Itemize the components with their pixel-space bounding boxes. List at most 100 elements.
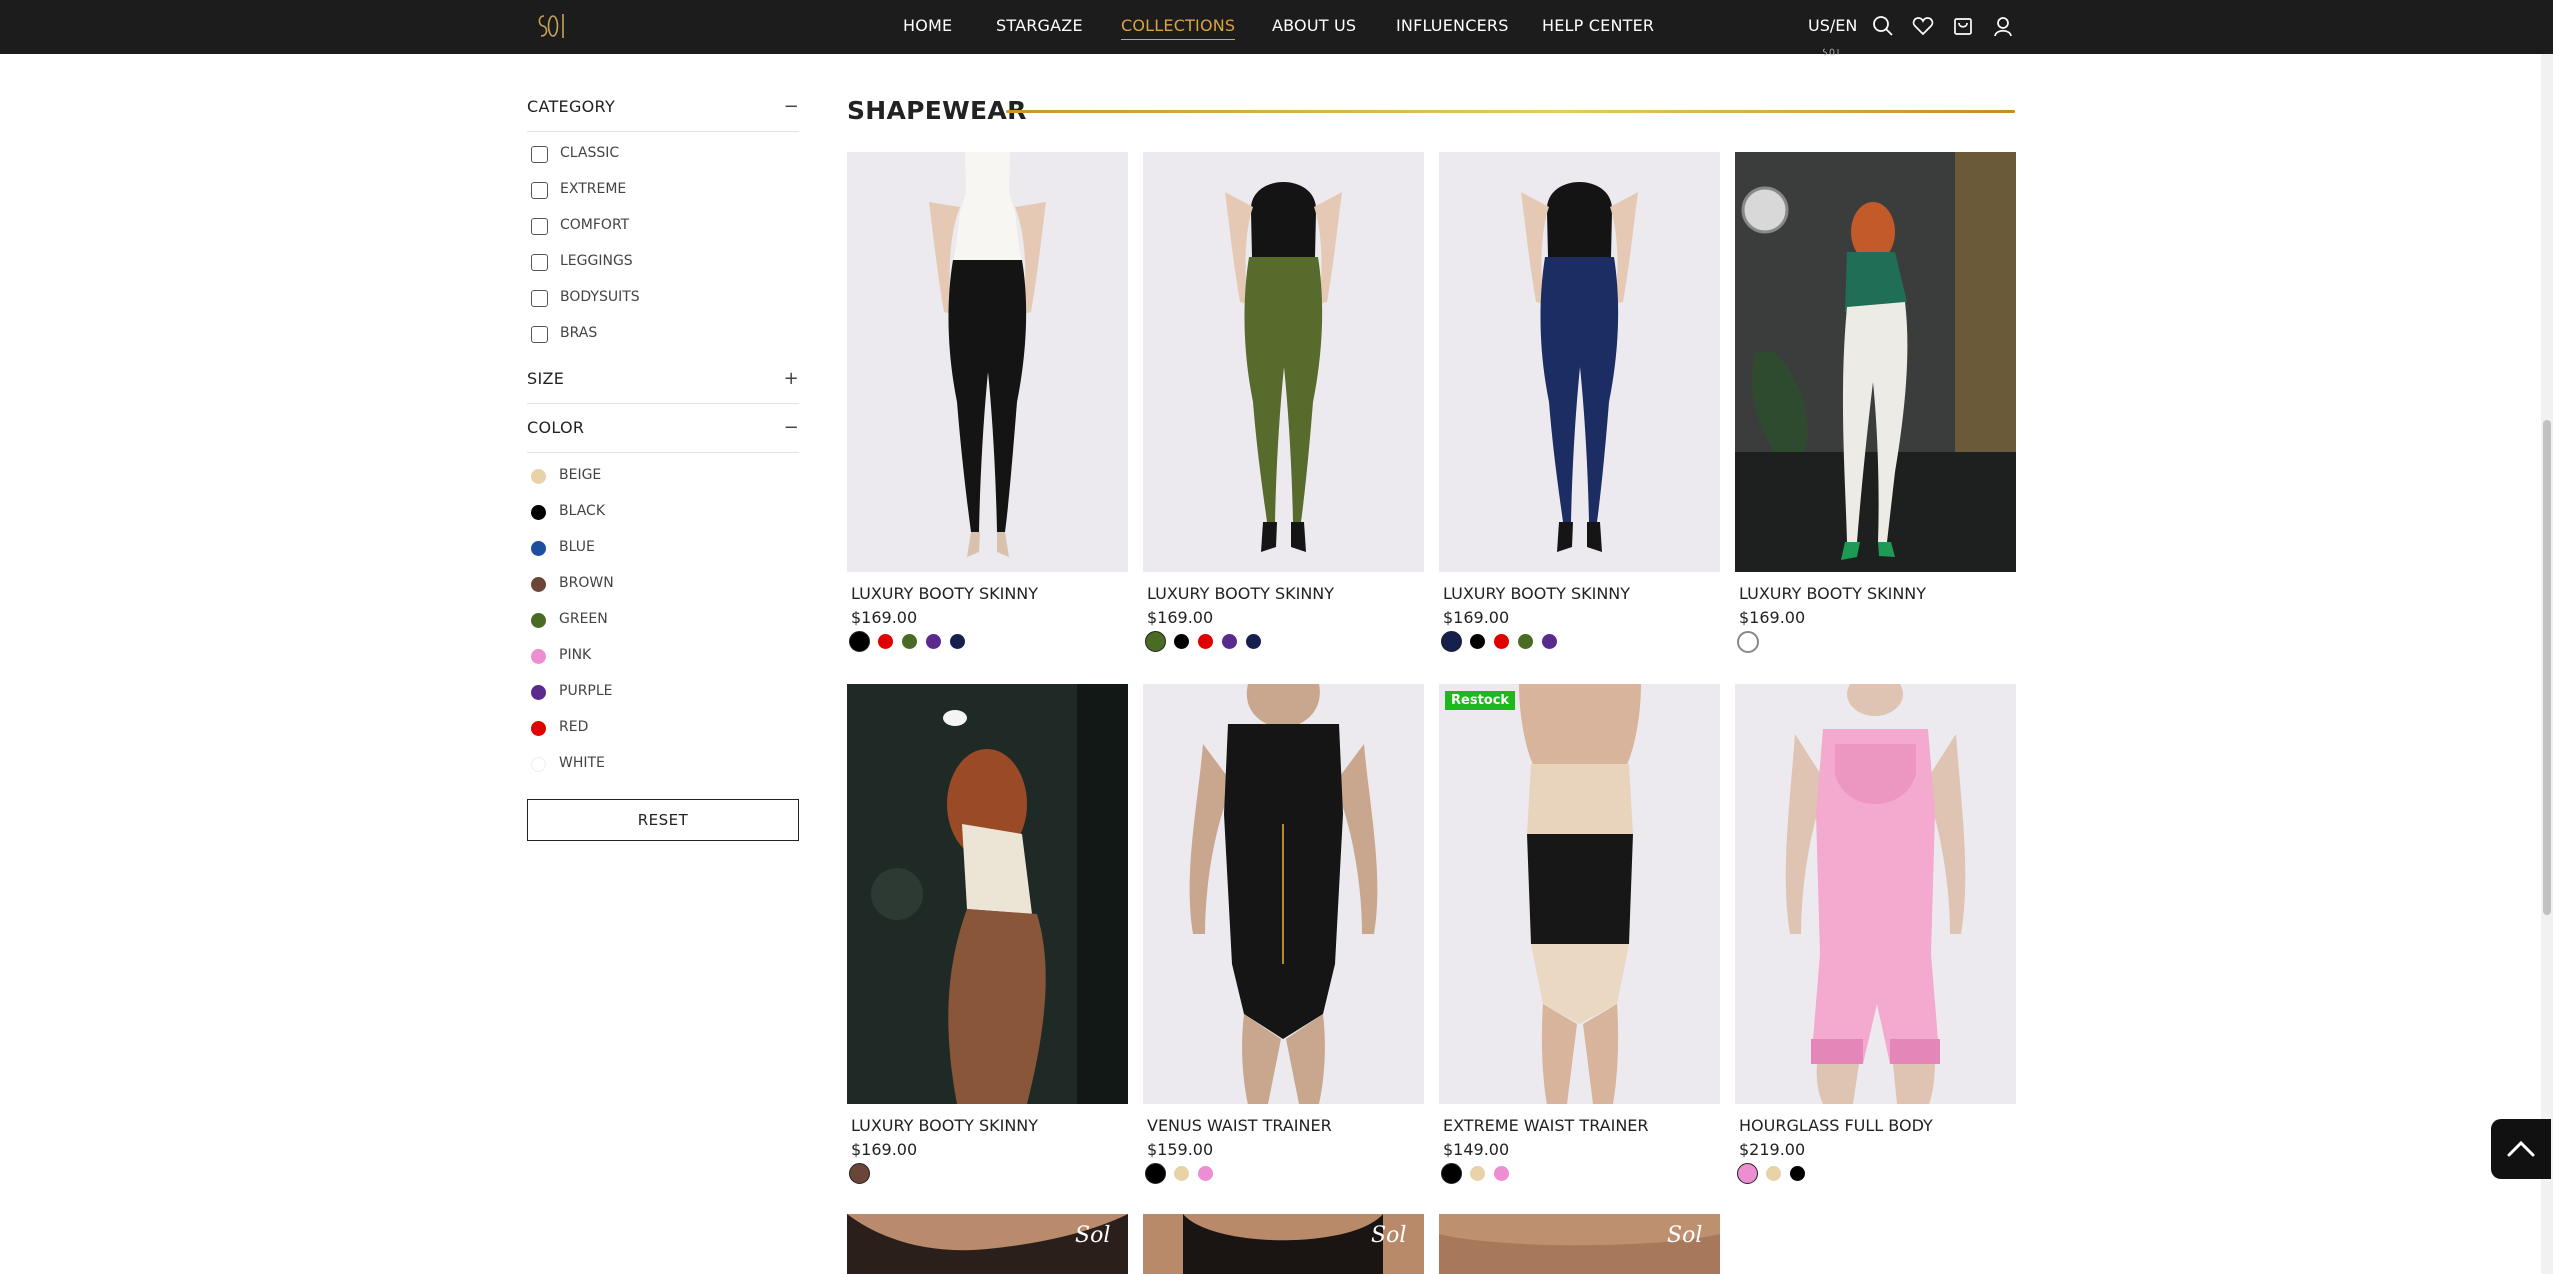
nav-influencers[interactable]: INFLUENCERS: [1396, 0, 1509, 54]
color-swatch[interactable]: [849, 1163, 870, 1184]
color-swatch[interactable]: [1441, 631, 1462, 652]
color-dot[interactable]: [531, 613, 546, 628]
category-option-label: LEGGINGS: [560, 253, 633, 269]
color-swatch[interactable]: [1766, 1166, 1781, 1181]
product-name[interactable]: EXTREME WAIST TRAINER: [1443, 1116, 1649, 1135]
divider: [527, 131, 799, 132]
color-swatch[interactable]: [1494, 634, 1509, 649]
expand-icon[interactable]: +: [784, 369, 799, 389]
product-card[interactable]: Sol: [847, 1214, 1128, 1274]
checkbox[interactable]: [531, 182, 548, 199]
color-dot[interactable]: [531, 505, 546, 520]
search-icon[interactable]: [1871, 14, 1895, 38]
category-option-label: COMFORT: [560, 217, 630, 233]
product-image[interactable]: [1143, 152, 1424, 572]
nav-collections[interactable]: COLLECTIONS: [1121, 0, 1236, 54]
collapse-icon[interactable]: −: [784, 418, 799, 438]
product-price: $169.00: [1739, 608, 1806, 627]
back-to-top-button[interactable]: [2491, 1119, 2551, 1179]
product-name[interactable]: LUXURY BOOTY SKINNY: [851, 584, 1038, 603]
color-swatch[interactable]: [1246, 634, 1261, 649]
section-title: SHAPEWEAR: [847, 96, 1027, 125]
color-swatch[interactable]: [1737, 631, 1759, 653]
user-icon[interactable]: [1991, 14, 2015, 38]
color-dot[interactable]: [531, 541, 546, 556]
color-option-label: GREEN: [559, 611, 608, 627]
product-name[interactable]: LUXURY BOOTY SKINNY: [1147, 584, 1334, 603]
color-swatch[interactable]: [1441, 1163, 1462, 1184]
color-swatch[interactable]: [1470, 1166, 1485, 1181]
category-filter-header[interactable]: CATEGORY −: [527, 97, 799, 121]
product-price: $159.00: [1147, 1140, 1214, 1159]
color-swatch[interactable]: [926, 634, 941, 649]
color-dot[interactable]: [531, 757, 546, 772]
color-dot[interactable]: [531, 721, 546, 736]
color-swatch[interactable]: [1222, 634, 1237, 649]
product-name[interactable]: LUXURY BOOTY SKINNY: [1443, 584, 1630, 603]
color-swatch[interactable]: [1198, 1166, 1213, 1181]
color-swatch[interactable]: [950, 634, 965, 649]
collapse-icon[interactable]: −: [784, 97, 799, 117]
product-name[interactable]: LUXURY BOOTY SKINNY: [1739, 584, 1926, 603]
product-image[interactable]: [847, 152, 1128, 572]
category-option-label: BODYSUITS: [560, 289, 640, 305]
product-image[interactable]: Sol: [1143, 1214, 1424, 1274]
product-image[interactable]: [1735, 152, 2016, 572]
product-image[interactable]: Sol: [847, 1214, 1128, 1274]
size-filter-header[interactable]: SIZE +: [527, 369, 799, 393]
color-swatch[interactable]: [1737, 1163, 1758, 1184]
restock-badge: Restock: [1445, 691, 1516, 710]
checkbox[interactable]: [531, 290, 548, 307]
color-dot[interactable]: [531, 685, 546, 700]
color-swatch[interactable]: [1518, 634, 1533, 649]
color-dot[interactable]: [531, 649, 546, 664]
checkbox[interactable]: [531, 218, 548, 235]
color-swatch[interactable]: [1790, 1166, 1805, 1181]
product-image[interactable]: Sol: [1439, 1214, 1720, 1274]
locale-selector[interactable]: US/EN: [1808, 0, 1857, 54]
product-name[interactable]: LUXURY BOOTY SKINNY: [851, 1116, 1038, 1135]
color-option-label: WHITE: [559, 755, 605, 771]
color-swatch[interactable]: [1198, 634, 1213, 649]
color-swatch[interactable]: [1494, 1166, 1509, 1181]
product-price: $169.00: [851, 608, 918, 627]
color-swatch[interactable]: [1470, 634, 1485, 649]
product-image[interactable]: [1439, 684, 1720, 1104]
color-swatch[interactable]: [1174, 634, 1189, 649]
product-image[interactable]: [1143, 684, 1424, 1104]
product-price: $219.00: [1739, 1140, 1806, 1159]
color-swatch[interactable]: [849, 631, 870, 652]
product-image[interactable]: [847, 684, 1128, 1104]
product-card[interactable]: Sol: [1439, 1214, 1720, 1274]
category-option-label: EXTREME: [560, 181, 627, 197]
heart-icon[interactable]: [1911, 14, 1935, 38]
product-image[interactable]: [1439, 152, 1720, 572]
color-dot[interactable]: [531, 577, 546, 592]
product-card[interactable]: Sol: [1143, 1214, 1424, 1274]
checkbox[interactable]: [531, 326, 548, 343]
nav-help-center[interactable]: HELP CENTER: [1542, 0, 1654, 54]
nav-stargaze[interactable]: STARGAZE: [996, 0, 1083, 54]
color-swatch[interactable]: [1145, 631, 1166, 652]
color-swatch[interactable]: [878, 634, 893, 649]
checkbox[interactable]: [531, 254, 548, 271]
color-swatch[interactable]: [1174, 1166, 1189, 1181]
color-swatch[interactable]: [902, 634, 917, 649]
scrollbar-thumb[interactable]: [2543, 420, 2551, 915]
product-name[interactable]: HOURGLASS FULL BODY: [1739, 1116, 1933, 1135]
color-filter-header[interactable]: COLOR −: [527, 418, 799, 442]
nav-home[interactable]: HOME: [903, 0, 952, 54]
checkbox[interactable]: [531, 146, 548, 163]
color-dot[interactable]: [531, 469, 546, 484]
product-image[interactable]: [1735, 684, 2016, 1104]
sol-watermark: Sol: [1075, 1223, 1110, 1248]
color-swatch[interactable]: [1145, 1163, 1166, 1184]
color-swatch[interactable]: [1542, 634, 1557, 649]
reset-button[interactable]: RESET: [527, 799, 799, 841]
nav-about-us[interactable]: ABOUT US: [1272, 0, 1356, 54]
color-option-label: BLACK: [559, 503, 606, 519]
faint-sol-mark: [1823, 48, 1839, 56]
cart-icon[interactable]: [1951, 14, 1975, 38]
main-nav: HOME STARGAZE COLLECTIONS ABOUT US INFLU…: [0, 0, 2553, 54]
product-name[interactable]: VENUS WAIST TRAINER: [1147, 1116, 1332, 1135]
